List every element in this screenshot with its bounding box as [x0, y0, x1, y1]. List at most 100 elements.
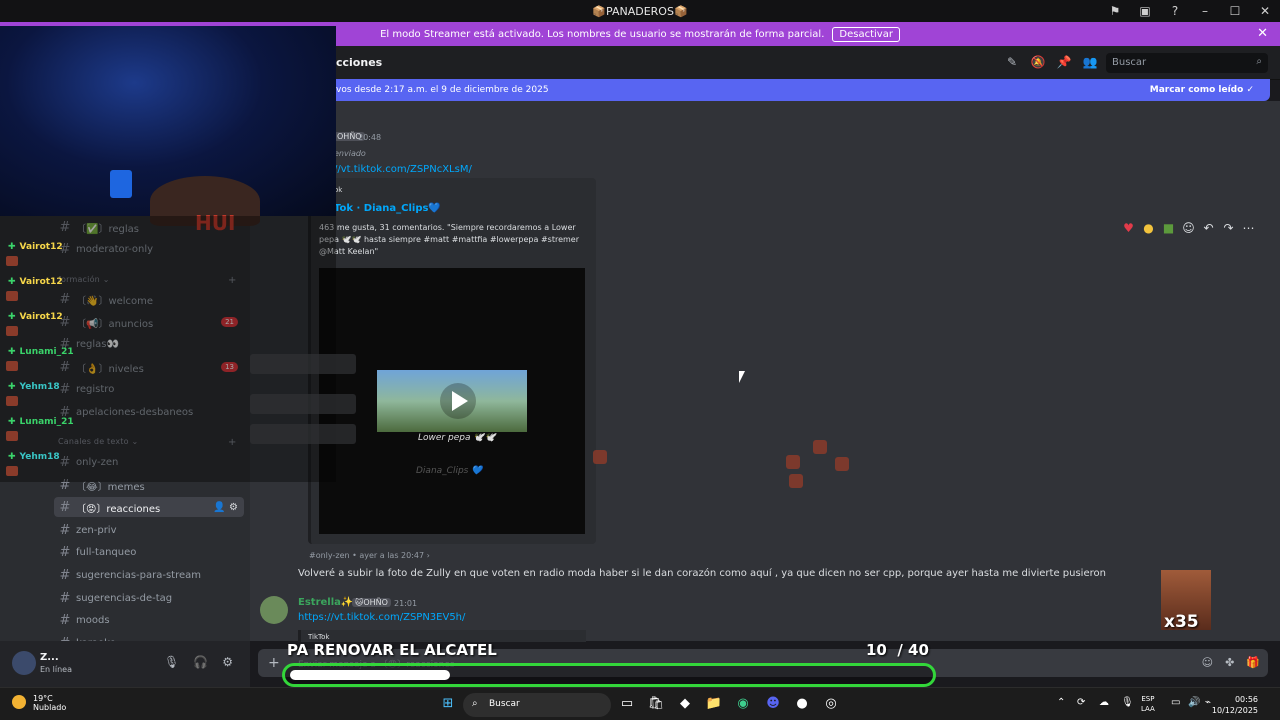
copilot-icon[interactable]: ◆: [675, 696, 695, 711]
embed-description: 463 me gusta, 31 comentarios. "Siempre r…: [319, 223, 579, 256]
close-icon[interactable]: ✕: [1257, 26, 1268, 41]
headphones-icon[interactable]: 🎧: [193, 655, 208, 669]
weather-icon[interactable]: [12, 695, 26, 709]
channel-item[interactable]: # zen-priv: [54, 520, 244, 540]
chat-emote: [6, 431, 18, 441]
channel-label: 〔😡〕reacciones: [76, 503, 161, 515]
play-icon: [452, 391, 468, 411]
clock[interactable]: 00:56 10/12/2025: [1212, 694, 1258, 716]
message-text: Volveré a subir la foto de Zully en que …: [298, 568, 1106, 579]
volume-icon[interactable]: 🔊: [1188, 697, 1200, 708]
chat-username: Lunami_21: [19, 417, 74, 427]
channel-settings-icon[interactable]: 👤 ⚙: [213, 502, 238, 513]
chat-username: Yehm18: [19, 452, 60, 462]
reply-icon[interactable]: ↶: [1201, 221, 1216, 235]
chat-username: Vairot12: [19, 312, 63, 322]
emoji-reaction-icon[interactable]: ●: [1141, 221, 1156, 235]
inbox-icon[interactable]: ▣: [1130, 4, 1160, 18]
channel-item[interactable]: # sugerencias-para-stream: [54, 565, 244, 585]
stream-goal-progress: [282, 663, 936, 687]
channel-header: cciones ✎ 🔕 📌 👥 Buscar ⌕: [250, 46, 1280, 80]
tray-chevron-icon[interactable]: ⌃: [1057, 697, 1065, 708]
apps-icon[interactable]: ✤: [1225, 656, 1234, 669]
message-link[interactable]: https://vt.tiktok.com/ZSPN3EV5h/: [298, 612, 465, 623]
members-icon[interactable]: 👥: [1082, 55, 1098, 69]
new-messages-bar[interactable]: vos desde 2:17 a.m. el 9 de diciembre de…: [250, 79, 1270, 101]
floating-emote: [835, 457, 849, 471]
forward-icon[interactable]: ↷: [1221, 221, 1236, 235]
floating-emote: [813, 440, 827, 454]
author-tag: 🐱OHÑO: [352, 598, 391, 607]
threads-icon[interactable]: ✎: [1004, 55, 1020, 69]
display-icon[interactable]: ▭: [1171, 697, 1180, 708]
mute-icon[interactable]: 🔕: [1030, 55, 1046, 69]
heart-reaction-icon[interactable]: ♥: [1121, 221, 1136, 235]
sticker-reaction-icon[interactable]: ■: [1161, 221, 1176, 235]
avatar[interactable]: [260, 596, 288, 624]
onedrive-icon[interactable]: ☁: [1099, 697, 1109, 708]
play-button[interactable]: [440, 383, 476, 419]
message-author[interactable]: Estrella✨: [298, 597, 353, 608]
add-reaction-icon[interactable]: ☺: [1181, 221, 1196, 235]
hash-icon: #: [59, 567, 71, 583]
discord-icon[interactable]: ☻: [763, 696, 783, 711]
hash-icon: #: [59, 499, 71, 515]
message-link[interactable]: //vt.tiktok.com/ZSPNcXLsM/: [334, 164, 472, 175]
file-explorer-icon[interactable]: 📁: [704, 696, 724, 711]
plus-icon: ✚: [8, 417, 16, 427]
forward-source[interactable]: #only-zen • ayer a las 20:47 ›: [309, 551, 430, 560]
mark-as-read-button[interactable]: Marcar como leído ✓: [1150, 85, 1254, 95]
chat-line: ✚ Vairot12: [8, 240, 63, 254]
channel-label: zen-priv: [76, 524, 117, 536]
plus-icon: ✚: [8, 382, 16, 392]
sync-icon[interactable]: ⟳: [1077, 697, 1085, 708]
chat-username: Vairot12: [19, 277, 63, 287]
settings-icon[interactable]: ⚙: [222, 655, 233, 669]
mic-tray-icon[interactable]: 🎙: [1121, 697, 1134, 708]
weather-widget[interactable]: 19°C Nublado: [33, 694, 66, 712]
search-input[interactable]: Buscar ⌕: [1106, 53, 1268, 73]
chat-line: ✚ Vairot12: [8, 310, 63, 324]
chat-placeholder-block: [250, 354, 356, 374]
taskbar-search[interactable]: ⌕ Buscar: [463, 693, 611, 717]
maximize-button[interactable]: ☐: [1220, 4, 1250, 18]
avatar[interactable]: [12, 651, 36, 675]
window-title-bar: 📦PANADEROS📦 ⚑ ▣ ? – ☐ ✕: [0, 0, 1280, 22]
minimize-button[interactable]: –: [1190, 4, 1220, 18]
flag-icon[interactable]: ⚑: [1100, 4, 1130, 18]
chat-line: ✚ Vairot12: [8, 275, 63, 289]
chat-line: ✚ Yehm18: [8, 450, 60, 464]
message-hover-toolbar: ♥ ● ■ ☺ ↶ ↷ ⋯: [1121, 221, 1256, 235]
pin-icon[interactable]: 📌: [1056, 55, 1072, 69]
microphone-icon[interactable]: 🎙: [164, 655, 179, 669]
channel-label: sugerencias-de-tag: [76, 592, 173, 604]
hash-icon: #: [59, 612, 71, 628]
emoji-icon[interactable]: ☺: [1202, 656, 1213, 669]
network-icon[interactable]: ⌁: [1205, 697, 1211, 708]
edge-icon[interactable]: ◉: [733, 696, 753, 711]
help-icon[interactable]: ?: [1160, 4, 1190, 18]
chrome-icon[interactable]: ◎: [821, 696, 841, 711]
windows-start-icon[interactable]: ⊞: [438, 696, 458, 711]
emote-multiplier: x35: [1164, 612, 1199, 632]
channel-item[interactable]: # 〔😡〕reacciones 👤 ⚙: [54, 497, 244, 517]
channel-item[interactable]: # full-tanqueo: [54, 542, 244, 562]
user-name[interactable]: Z...: [40, 652, 59, 663]
close-window-button[interactable]: ✕: [1250, 4, 1280, 18]
task-view-icon[interactable]: ▭: [617, 696, 637, 711]
gift-icon[interactable]: 🎁: [1246, 656, 1260, 669]
channel-item[interactable]: # moods: [54, 610, 244, 630]
language-indicator[interactable]: ESP LAA: [1141, 694, 1155, 714]
channel-item[interactable]: # sugerencias-de-tag: [54, 588, 244, 608]
chat-username: Yehm18: [19, 382, 60, 392]
deactivate-button[interactable]: Desactivar: [832, 26, 900, 42]
hash-icon: #: [59, 544, 71, 560]
store-icon[interactable]: 🛍: [646, 696, 666, 711]
embed-author[interactable]: Tok · Diana_Clips💙: [334, 203, 441, 214]
chat-emote: [6, 396, 18, 406]
chat-emote: [6, 291, 18, 301]
add-attachment-icon[interactable]: +: [268, 655, 280, 671]
app-icon[interactable]: ●: [792, 696, 812, 711]
streamer-mode-text: El modo Streamer está activado. Los nomb…: [380, 28, 825, 40]
more-icon[interactable]: ⋯: [1241, 221, 1256, 235]
